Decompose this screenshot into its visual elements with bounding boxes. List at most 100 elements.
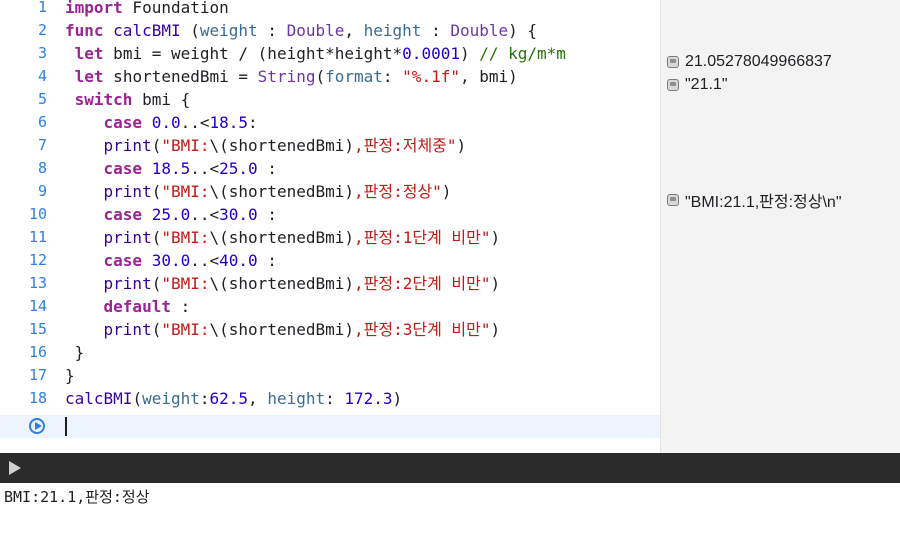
code-token: \(shortenedBmi) xyxy=(209,182,355,201)
code-token: shortenedBmi = xyxy=(103,67,258,86)
code-line[interactable]: 14 default : xyxy=(0,295,660,318)
code-token: let xyxy=(74,44,104,63)
code-token: ..< xyxy=(190,159,220,178)
code-token: height xyxy=(267,389,326,408)
code-token: print xyxy=(103,274,152,293)
code-line[interactable]: 4 let shortenedBmi = String(format: "%.1… xyxy=(0,65,660,88)
code-line[interactable]: 7 print("BMI:\(shortenedBmi),판정:저체중") xyxy=(0,134,660,157)
line-number: 18 xyxy=(28,389,47,407)
line-number: 14 xyxy=(28,297,47,315)
code-line[interactable]: 10 case 25.0..<30.0 : xyxy=(0,203,660,226)
code-text: print("BMI:\(shortenedBmi),판정:3단계 비만") xyxy=(65,318,501,341)
code-line[interactable]: 18 calcBMI(weight:62.5, height: 172.3) xyxy=(0,387,660,410)
code-token: print xyxy=(103,320,152,339)
code-text: import Foundation xyxy=(65,0,229,19)
code-line[interactable]: 16 } xyxy=(0,341,660,364)
code-text: print("BMI:\(shortenedBmi),판정:1단계 비만") xyxy=(65,226,501,249)
quick-look-icon[interactable] xyxy=(667,78,679,91)
code-token: : xyxy=(325,389,345,408)
code-line[interactable]: 12 case 30.0..<40.0 : xyxy=(0,249,660,272)
code-line[interactable]: 11 print("BMI:\(shortenedBmi),판정:1단계 비만"… xyxy=(0,226,660,249)
code-text: } xyxy=(65,364,75,387)
code-token: : xyxy=(382,67,403,86)
code-token: Foundation xyxy=(122,0,229,17)
code-text: case 25.0..<30.0 : xyxy=(65,203,277,226)
line-number: 13 xyxy=(28,274,47,292)
code-line[interactable]: 6 case 0.0..<18.5: xyxy=(0,111,660,134)
results-sidebar: 21.05278049966837 "21.1" "BMI:21.1,판정:정상\n… xyxy=(660,0,900,453)
result-text: "BMI:21.1,판정:정상\n" xyxy=(685,193,842,211)
code-token: switch xyxy=(74,90,133,109)
code-token: case xyxy=(103,205,143,224)
code-token: \(shortenedBmi) xyxy=(209,228,355,247)
result-value[interactable]: 21.05278049966837 xyxy=(667,50,832,73)
code-token: ) xyxy=(490,274,501,293)
code-text: case 18.5..<25.0 : xyxy=(65,157,277,180)
quick-look-icon[interactable] xyxy=(667,193,679,206)
code-token: Double xyxy=(450,21,509,40)
line-number: 16 xyxy=(28,343,47,361)
code-line[interactable]: 17} xyxy=(0,364,660,387)
line-number: 7 xyxy=(37,136,47,154)
code-token: let xyxy=(74,67,104,86)
result-text: 21.05278049966837 xyxy=(685,52,832,70)
code-editor[interactable]: 1 import Foundation 2 func calcBMI (weight … xyxy=(0,0,660,453)
code-token: : xyxy=(257,159,277,178)
line-number: 1 xyxy=(37,0,47,16)
code-token: ( xyxy=(151,136,162,155)
code-token: "BMI: xyxy=(161,274,210,293)
code-token: "%.1f" xyxy=(402,67,460,86)
code-token: Double xyxy=(286,21,345,40)
run-play-icon[interactable] xyxy=(29,418,45,434)
code-token: "BMI: xyxy=(161,320,210,339)
code-token: ( xyxy=(132,389,143,408)
code-token: weight xyxy=(199,21,258,40)
code-text: print("BMI:\(shortenedBmi),판정:2단계 비만") xyxy=(65,272,501,295)
code-line[interactable]: 5 switch bmi { xyxy=(0,88,660,111)
code-token: ..< xyxy=(190,251,220,270)
debug-bar xyxy=(0,453,900,483)
line-number: 10 xyxy=(28,205,47,223)
code-line[interactable]: 13 print("BMI:\(shortenedBmi),판정:2단계 비만"… xyxy=(0,272,660,295)
code-token: ,판정:정상" xyxy=(354,182,442,201)
code-token: print xyxy=(103,136,152,155)
code-line[interactable]: 15 print("BMI:\(shortenedBmi),판정:3단계 비만"… xyxy=(0,318,660,341)
code-text: let bmi = weight / (height*height*0.0001… xyxy=(65,42,566,65)
code-token: func xyxy=(65,21,104,40)
code-line[interactable]: 2 func calcBMI (weight : Double, height :… xyxy=(0,19,660,42)
code-token: \(shortenedBmi) xyxy=(209,320,355,339)
code-token: "BMI: xyxy=(161,182,210,201)
current-line[interactable] xyxy=(0,415,660,438)
run-play-icon[interactable] xyxy=(9,461,21,475)
result-value[interactable]: "BMI:21.1,판정:정상\n" xyxy=(667,188,842,211)
code-token: ( xyxy=(151,228,162,247)
code-token: ..< xyxy=(190,205,220,224)
code-token: ) xyxy=(490,320,501,339)
code-line[interactable]: 1 import Foundation xyxy=(0,0,660,19)
quick-look-icon[interactable] xyxy=(667,55,679,68)
code-token: default xyxy=(103,297,171,316)
code-token: ..< xyxy=(180,113,210,132)
code-line[interactable]: 9 print("BMI:\(shortenedBmi),판정:정상") xyxy=(0,180,660,203)
code-token: ,판정:2단계 비만" xyxy=(354,274,491,293)
code-token: ,판정:3단계 비만" xyxy=(354,320,491,339)
code-token: : xyxy=(421,21,451,40)
code-token: import xyxy=(65,0,123,17)
result-value[interactable]: "21.1" xyxy=(667,73,728,96)
code-token: "BMI: xyxy=(161,228,210,247)
code-token: weight xyxy=(142,389,200,408)
code-token: ) xyxy=(459,44,480,63)
code-line[interactable]: 8 case 18.5..<25.0 : xyxy=(0,157,660,180)
code-token: , xyxy=(248,389,268,408)
code-line[interactable]: 3 let bmi = weight / (height*height*0.00… xyxy=(0,42,660,65)
